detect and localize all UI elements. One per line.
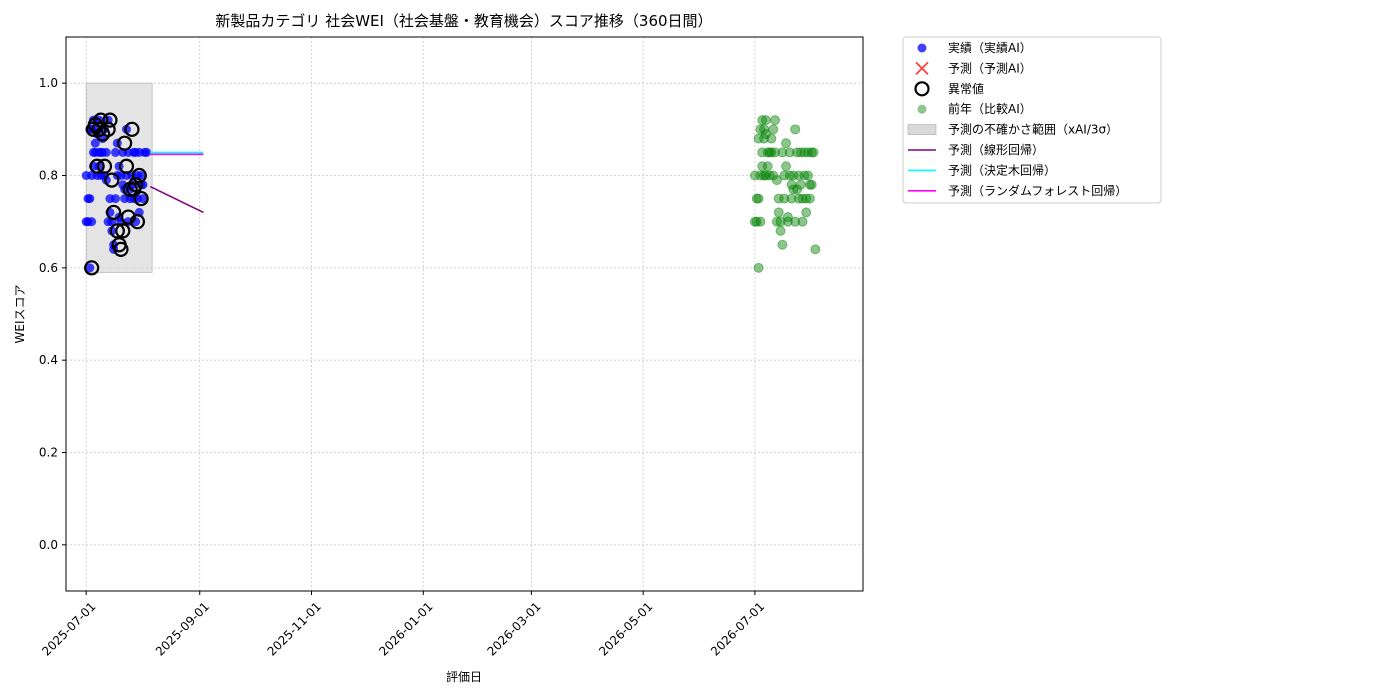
x-tick-label: 2026-07-01 <box>708 599 767 658</box>
y-tick-label: 0.4 <box>39 353 58 367</box>
previous-year-point <box>777 239 788 250</box>
x-tick-label: 2025-11-01 <box>265 599 324 658</box>
legend-label: 予測（決定木回帰） <box>948 162 1056 177</box>
x-tick-label: 2026-05-01 <box>596 599 655 658</box>
legend-label: 予測の不確かさ範囲（xAI/3σ） <box>948 122 1118 137</box>
x-axis-ticks: 2025-07-01 2025-09-01 2025-11-01 2026-01-01… <box>39 591 767 659</box>
actual-point <box>142 147 152 157</box>
x-tick-label: 2025-07-01 <box>39 599 98 658</box>
x-tick-label: 2025-09-01 <box>153 599 212 658</box>
y-tick-label: 1.0 <box>39 76 58 90</box>
legend-label: 予測（ランダムフォレスト回帰） <box>948 183 1127 198</box>
previous-year-point <box>766 133 777 144</box>
previous-year-point <box>804 193 815 204</box>
previous-year-point <box>773 207 784 218</box>
legend-label: 前年（比較AI） <box>948 101 1032 116</box>
previous-year-point <box>810 244 821 255</box>
plot-area <box>66 37 863 591</box>
previous-year-point <box>755 216 766 227</box>
legend-box <box>902 36 1162 204</box>
x-axis-label: 評価日 <box>446 669 482 684</box>
previous-year-point <box>781 161 792 172</box>
previous-year-point <box>753 262 764 273</box>
x-tick-label: 2026-01-01 <box>376 599 435 658</box>
actual-point <box>101 147 111 157</box>
previous-year-point <box>795 179 806 190</box>
y-tick-label: 0.6 <box>39 261 58 275</box>
legend-label: 予測（線形回帰） <box>948 142 1044 157</box>
previous-year-point <box>753 193 764 204</box>
previous-year-point <box>803 170 814 181</box>
previous-year-point <box>760 115 771 126</box>
y-axis-ticks: 0.0 0.2 0.4 0.6 0.8 1.0 <box>39 76 66 552</box>
y-tick-label: 0.2 <box>39 446 58 460</box>
x-tick-label: 2026-03-01 <box>484 599 543 658</box>
legend-dot-marker <box>917 104 927 114</box>
previous-year-point <box>801 207 812 218</box>
chart-title: 新製品カテゴリ 社会WEI（社会基盤・教育機会）スコア推移（360日間） <box>215 12 712 30</box>
previous-year-point <box>806 179 817 190</box>
legend: 実績（実績AI） 予測（予測AI） 異常値前年（比較AI） 予測の不確かさ範囲（xAI… <box>902 36 1162 204</box>
legend-dot-marker <box>917 43 927 53</box>
y-axis-label: WEIスコア <box>13 285 27 344</box>
previous-year-point <box>790 124 801 135</box>
chart: 2025-07-01 2025-09-01 2025-11-01 2026-01-01… <box>13 12 1162 684</box>
previous-year-point <box>775 225 786 236</box>
legend-band-marker <box>907 124 937 135</box>
previous-year-point <box>770 115 781 126</box>
previous-year-point <box>762 161 773 172</box>
legend-label: 異常値 <box>948 81 984 96</box>
y-tick-label: 0.0 <box>39 538 58 552</box>
previous-year-point <box>768 124 779 135</box>
actual-point <box>110 194 120 204</box>
legend-label: 予測（予測AI） <box>948 61 1032 75</box>
legend-label: 実績（実績AI） <box>948 40 1032 55</box>
y-tick-label: 0.8 <box>39 169 58 183</box>
previous-year-point <box>781 138 792 149</box>
previous-year-point <box>808 147 819 158</box>
actual-point <box>85 194 95 204</box>
previous-year-point <box>797 216 808 227</box>
actual-point <box>87 217 97 227</box>
